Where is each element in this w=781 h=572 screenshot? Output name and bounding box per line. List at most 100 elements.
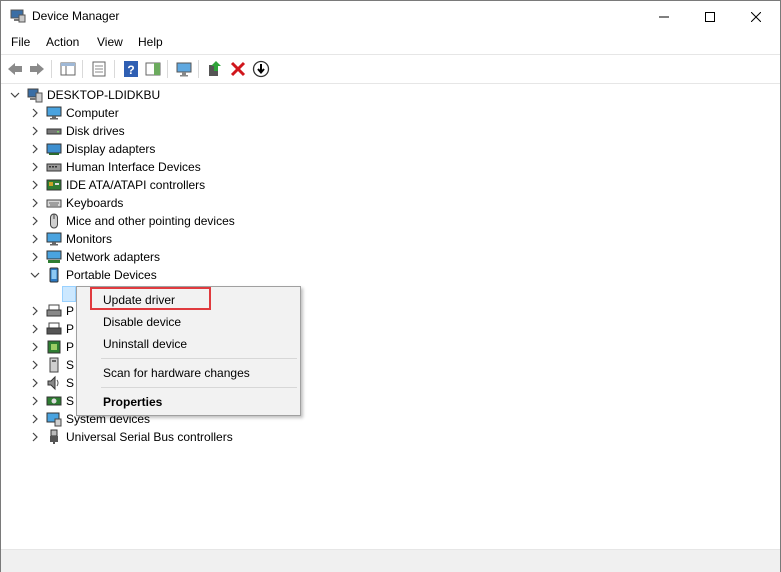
tree-item-partial-2[interactable]: P — [1, 320, 76, 338]
tree-item-partial-4[interactable]: S — [1, 356, 76, 374]
tree-item-keyboards[interactable]: Keyboards — [1, 194, 301, 212]
chevron-right-icon[interactable] — [30, 122, 40, 140]
tree-item-partial-1[interactable]: P — [1, 302, 76, 320]
monitor-icon — [46, 231, 62, 247]
tree-item-label: P — [66, 340, 75, 354]
tree-item-usb-controllers[interactable]: Universal Serial Bus controllers — [1, 428, 301, 446]
forward-arrow-icon[interactable] — [28, 60, 46, 78]
help-icon[interactable]: ? — [122, 60, 140, 78]
toolbar-separator — [82, 60, 83, 78]
tree-item-partial-5[interactable]: S — [1, 374, 76, 392]
menu-view[interactable]: View — [97, 35, 123, 49]
tree-item-partial-3[interactable]: P — [1, 338, 76, 356]
print-queue-icon — [46, 303, 62, 319]
tree-item-mice[interactable]: Mice and other pointing devices — [1, 212, 301, 230]
tree-item-label: Mice and other pointing devices — [66, 214, 235, 228]
tree-item-display-adapters[interactable]: Display adapters — [1, 140, 301, 158]
tree-root[interactable]: DESKTOP-LDIDKBU — [1, 86, 301, 104]
chevron-right-icon[interactable] — [30, 428, 40, 446]
tree-item-disk-drives[interactable]: Disk drives — [1, 122, 301, 140]
chevron-right-icon[interactable] — [30, 140, 40, 158]
usb-icon — [46, 429, 62, 445]
menu-bar: File Action View Help — [1, 32, 780, 53]
toolbar-separator — [114, 60, 115, 78]
toolbar-separator — [198, 60, 199, 78]
tree-item-label: Monitors — [66, 232, 113, 246]
chevron-right-icon[interactable] — [30, 230, 40, 248]
keyboard-icon — [46, 195, 62, 211]
toolbar: ? — [1, 54, 780, 84]
properties-sheet-icon[interactable] — [90, 60, 108, 78]
window-title: Device Manager — [32, 9, 120, 23]
tree-item-portable-devices[interactable]: Portable Devices — [1, 266, 301, 284]
display-adapter-icon — [46, 141, 62, 157]
chevron-down-icon[interactable] — [10, 86, 20, 104]
chevron-right-icon[interactable] — [30, 104, 40, 122]
ide-controller-icon — [46, 177, 62, 193]
menu-separator — [101, 387, 297, 388]
show-hide-console-tree-icon[interactable] — [59, 60, 77, 78]
menu-file[interactable]: File — [11, 35, 30, 49]
menu-scan-hardware[interactable]: Scan for hardware changes — [103, 366, 250, 380]
svg-text:?: ? — [127, 63, 134, 77]
tree-item-label: S — [66, 394, 75, 408]
chevron-right-icon[interactable] — [30, 302, 40, 320]
system-devices-icon — [46, 411, 62, 427]
menu-action[interactable]: Action — [46, 35, 79, 49]
tree-item-computer[interactable]: Computer — [1, 104, 301, 122]
chevron-right-icon[interactable] — [30, 176, 40, 194]
menu-disable-device[interactable]: Disable device — [103, 315, 181, 329]
computer-icon — [46, 105, 62, 121]
chevron-right-icon[interactable] — [30, 248, 40, 266]
close-button[interactable] — [733, 1, 779, 32]
tree-item-label: Portable Devices — [66, 268, 157, 282]
tree-item-label: Universal Serial Bus controllers — [66, 430, 233, 444]
menu-uninstall-device[interactable]: Uninstall device — [103, 337, 187, 351]
tree-item-label: Computer — [66, 106, 119, 120]
toolbar-separator — [167, 60, 168, 78]
tree-item-label: P — [66, 304, 75, 318]
chevron-right-icon[interactable] — [30, 374, 40, 392]
uninstall-red-x-icon[interactable] — [229, 60, 247, 78]
portable-device-child[interactable] — [62, 284, 76, 302]
chevron-right-icon[interactable] — [30, 158, 40, 176]
download-circle-icon[interactable] — [252, 60, 270, 78]
software-device-icon — [46, 357, 62, 373]
computer-name: DESKTOP-LDIDKBU — [47, 88, 161, 102]
tree-item-network-adapters[interactable]: Network adapters — [1, 248, 301, 266]
back-arrow-icon[interactable] — [6, 60, 24, 78]
scan-hardware-monitor-icon[interactable] — [175, 60, 193, 78]
tree-item-label: Display adapters — [66, 142, 156, 156]
menu-properties[interactable]: Properties — [103, 395, 162, 409]
chevron-right-icon[interactable] — [30, 320, 40, 338]
maximize-button[interactable] — [687, 1, 733, 32]
action-pane-icon[interactable] — [144, 60, 162, 78]
chevron-right-icon[interactable] — [30, 392, 40, 410]
status-bar — [1, 549, 780, 572]
tree-item-human-interface-devices[interactable]: Human Interface Devices — [1, 158, 301, 176]
chevron-right-icon[interactable] — [30, 338, 40, 356]
minimize-button[interactable] — [641, 1, 687, 32]
device-manager-app-icon — [10, 9, 26, 23]
tree-item-partial-6[interactable]: S — [1, 392, 76, 410]
menu-help[interactable]: Help — [138, 35, 163, 49]
network-adapter-icon — [46, 249, 62, 265]
processor-icon — [46, 339, 62, 355]
tree-item-label: P — [66, 322, 75, 336]
chevron-right-icon[interactable] — [30, 356, 40, 374]
tree-item-monitors[interactable]: Monitors — [1, 230, 301, 248]
desktop-computer-icon — [27, 87, 43, 103]
update-driver-icon[interactable] — [206, 60, 224, 78]
tree-item-ide-controllers[interactable]: IDE ATA/ATAPI controllers — [1, 176, 301, 194]
update-driver-highlight-box — [90, 287, 211, 310]
toolbar-separator — [51, 60, 52, 78]
disk-drive-icon — [46, 123, 62, 139]
chevron-right-icon[interactable] — [30, 212, 40, 230]
title-bar: Device Manager — [1, 1, 780, 32]
tree-item-label: S — [66, 376, 75, 390]
chevron-down-icon[interactable] — [30, 266, 40, 284]
tree-item-label: Disk drives — [66, 124, 125, 138]
chevron-right-icon[interactable] — [30, 410, 40, 428]
chevron-right-icon[interactable] — [30, 194, 40, 212]
sound-speaker-icon — [46, 375, 62, 391]
